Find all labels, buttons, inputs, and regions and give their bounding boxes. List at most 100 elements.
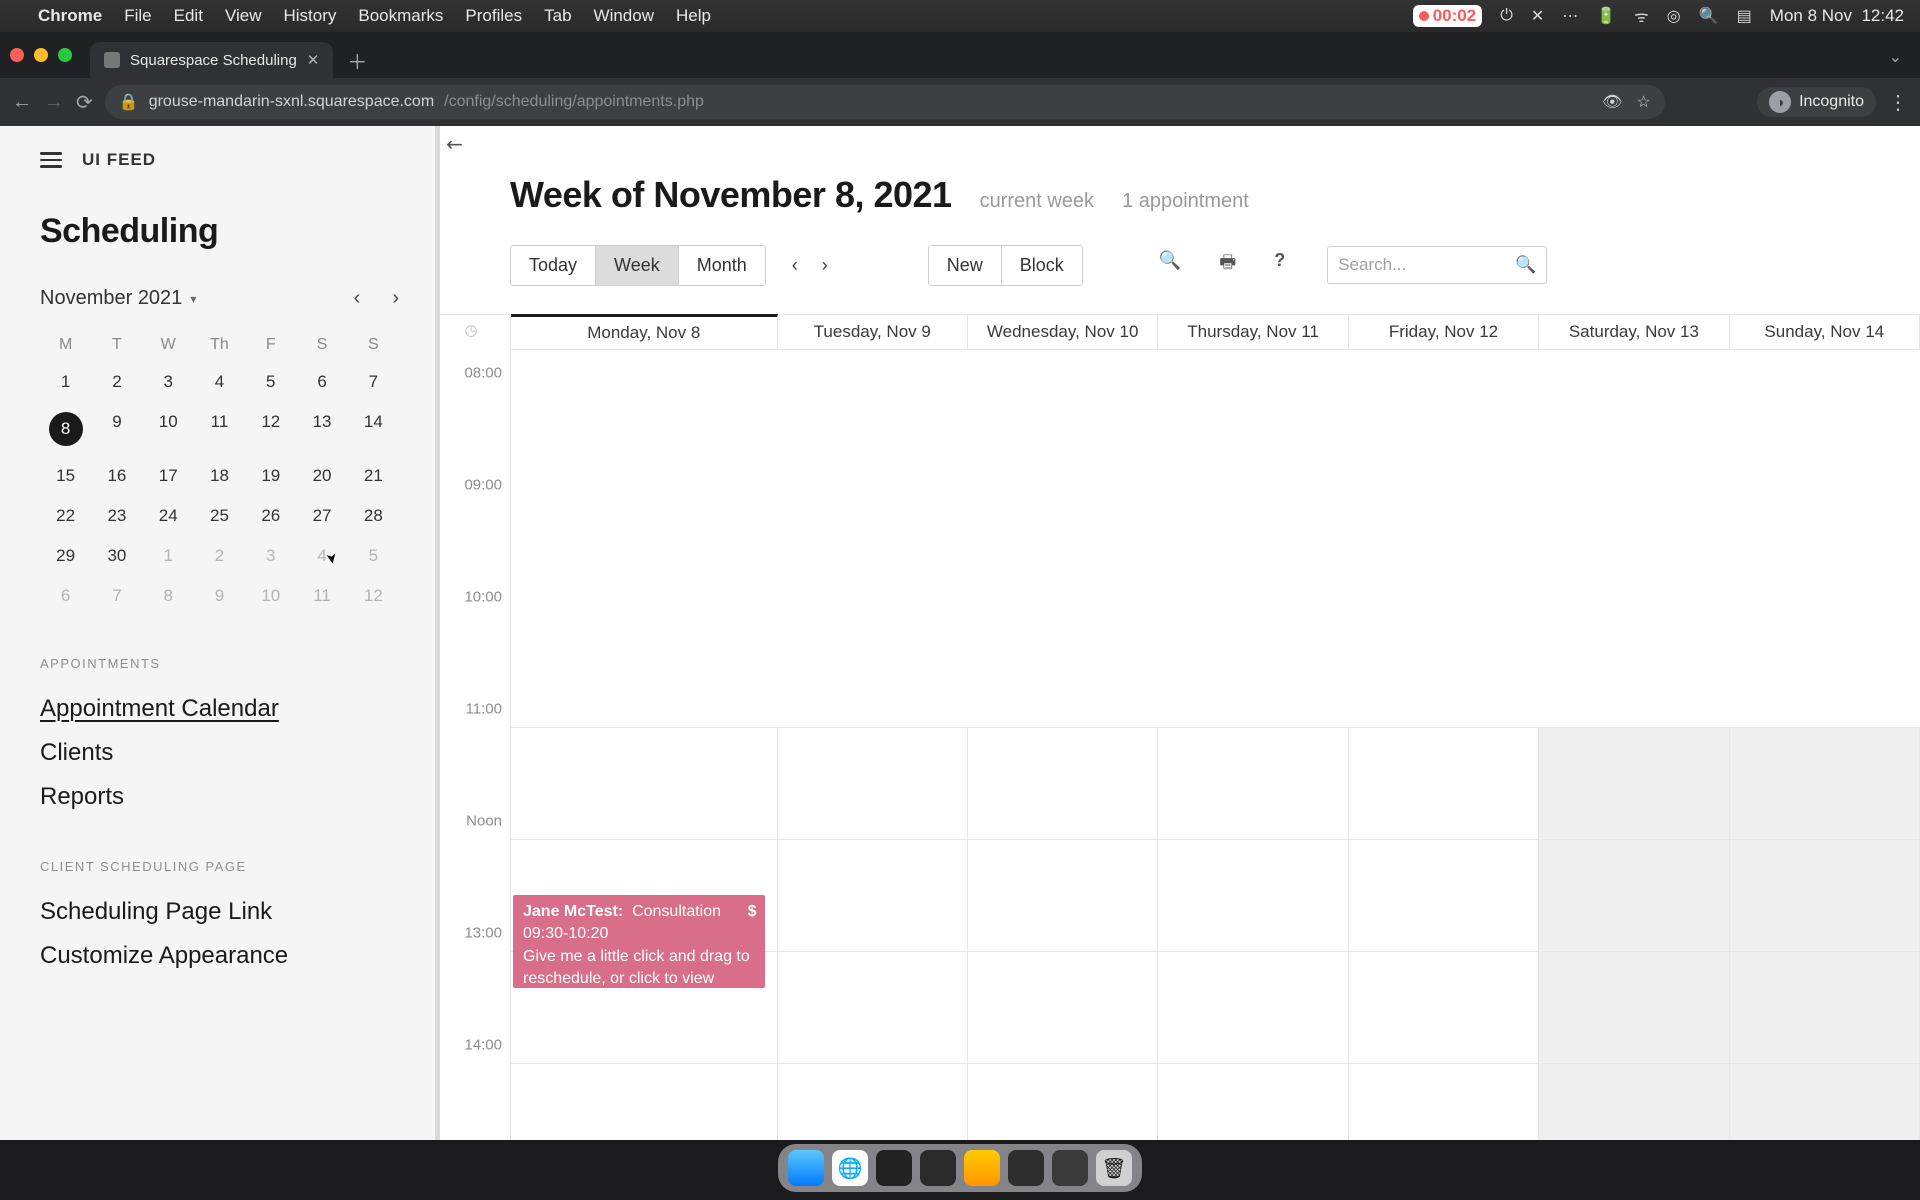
day-column[interactable]: $Jane McTest: Consultation09:30-10:20Giv… [511,727,778,1140]
dock-chrome-icon[interactable]: 🌐 [832,1150,868,1186]
mini-cal-day[interactable]: 12 [245,402,296,456]
mini-cal-day[interactable]: 26 [245,496,296,536]
menu-history[interactable]: History [283,6,336,26]
print-icon[interactable]: 🖶 [1213,244,1242,286]
day-column[interactable] [968,727,1158,1140]
day-column[interactable] [778,727,968,1140]
forward-button[interactable]: → [44,91,64,114]
sidebar-item[interactable]: Reports [40,775,399,819]
day-column[interactable] [1539,727,1729,1140]
wifi-icon[interactable]: ᯤ [1634,5,1649,27]
menu-file[interactable]: File [124,6,151,26]
menu-help[interactable]: Help [676,6,711,26]
status-icon-1[interactable]: ⏻ [1500,7,1513,25]
mini-cal-day[interactable]: 4➤ [296,536,347,576]
today-button[interactable]: Today [511,246,596,285]
week-button[interactable]: Week [596,246,679,285]
mini-cal-day[interactable]: 22 [40,496,91,536]
battery-icon[interactable]: 🔋 [1596,6,1616,26]
sidebar-item[interactable]: Clients [40,731,399,775]
dock-finder-icon[interactable] [788,1150,824,1186]
mini-cal-day[interactable]: 16 [91,456,142,496]
incognito-badge[interactable]: ◑ Incognito [1757,87,1876,117]
mini-cal-day[interactable]: 11 [296,576,347,616]
eye-off-icon[interactable]: 👁 [1602,92,1622,112]
month-button[interactable]: Month [679,246,765,285]
day-header[interactable]: Monday, Nov 8 [511,314,778,350]
day-header[interactable]: Thursday, Nov 11 [1158,314,1348,350]
day-column[interactable] [1730,727,1920,1140]
back-button[interactable]: ← [12,91,32,114]
mini-cal-next[interactable]: › [392,287,399,310]
mini-cal-day[interactable]: 25 [194,496,245,536]
control-center-icon[interactable]: ◎ [1667,6,1681,26]
mini-cal-day[interactable]: 6 [40,576,91,616]
mini-cal-day[interactable]: 12 [348,576,399,616]
prev-week-button[interactable]: ‹ [792,255,798,276]
mini-cal-day[interactable]: 21 [348,456,399,496]
mini-cal-day[interactable]: 2 [91,362,142,402]
dock-terminal-icon[interactable] [876,1150,912,1186]
mini-cal-day[interactable]: 18 [194,456,245,496]
mini-cal-day[interactable]: 17 [143,456,194,496]
day-header[interactable]: Sunday, Nov 14 [1730,314,1920,350]
day-column[interactable] [1158,727,1348,1140]
mini-cal-day[interactable]: 2 [194,536,245,576]
menu-edit[interactable]: Edit [174,6,203,26]
mini-cal-day[interactable]: 9 [91,402,142,456]
close-tab-icon[interactable]: ✕ [307,51,320,69]
mini-cal-day[interactable]: 24 [143,496,194,536]
new-tab-button[interactable]: ＋ [347,46,367,75]
screen-record-indicator[interactable]: 00:02 [1413,5,1482,27]
mini-cal-day[interactable]: 30 [91,536,142,576]
menu-tab[interactable]: Tab [544,6,571,26]
mini-cal-day[interactable]: 13 [296,402,347,456]
mini-cal-day[interactable]: 19 [245,456,296,496]
hamburger-icon[interactable] [40,152,62,168]
day-header[interactable]: Saturday, Nov 13 [1539,314,1729,350]
browser-tab[interactable]: Squarespace Scheduling ✕ [90,42,333,78]
mini-cal-day[interactable]: 5 [245,362,296,402]
minimize-window-button[interactable] [34,48,48,62]
fullscreen-window-button[interactable] [58,48,72,62]
mini-cal-day[interactable]: 1 [143,536,194,576]
mini-cal-day[interactable]: 10 [143,402,194,456]
mini-cal-day[interactable]: 5 [348,536,399,576]
mini-cal-day[interactable]: 28 [348,496,399,536]
mini-cal-day[interactable]: 4 [194,362,245,402]
siri-icon[interactable]: ▤ [1737,6,1752,26]
sidebar-item[interactable]: Appointment Calendar [40,687,399,731]
mini-cal-day[interactable]: 29 [40,536,91,576]
menu-bookmarks[interactable]: Bookmarks [358,6,443,26]
search-input[interactable]: Search... 🔍 [1327,246,1547,284]
dock-app2-icon[interactable] [964,1150,1000,1186]
mini-cal-day[interactable]: 10 [245,576,296,616]
zoom-icon[interactable]: 🔍 [1153,244,1187,286]
spotlight-icon[interactable]: 🔍 [1699,6,1719,26]
mini-cal-prev[interactable]: ‹ [354,287,361,310]
mini-cal-day[interactable]: 23 [91,496,142,536]
sidebar-item[interactable]: Customize Appearance [40,934,399,978]
mini-cal-day[interactable]: 3 [143,362,194,402]
dock-app4-icon[interactable] [1052,1150,1088,1186]
mini-cal-day[interactable]: 8 [40,402,91,456]
mini-cal-day[interactable]: 6 [296,362,347,402]
sidebar-item[interactable]: Scheduling Page Link [40,890,399,934]
mini-cal-day[interactable]: 20 [296,456,347,496]
mini-cal-day[interactable]: 11 [194,402,245,456]
mini-cal-day[interactable]: 27 [296,496,347,536]
app-name-menu[interactable]: Chrome [38,6,102,26]
close-window-button[interactable] [10,48,24,62]
dock-trash-icon[interactable]: 🗑 [1096,1150,1132,1186]
mini-cal-day[interactable]: 14 [348,402,399,456]
mini-cal-day[interactable]: 15 [40,456,91,496]
block-button[interactable]: Block [1002,246,1082,285]
help-icon[interactable]: ? [1268,244,1291,286]
new-button[interactable]: New [929,246,1002,285]
status-icon-3[interactable]: ⋯ [1562,6,1578,26]
menu-window[interactable]: Window [594,6,654,26]
menubar-clock[interactable]: Mon 8 Nov 12:42 [1770,6,1904,26]
mini-cal-day[interactable]: 7 [348,362,399,402]
mini-cal-day[interactable]: 9 [194,576,245,616]
mini-cal-day[interactable]: 1 [40,362,91,402]
